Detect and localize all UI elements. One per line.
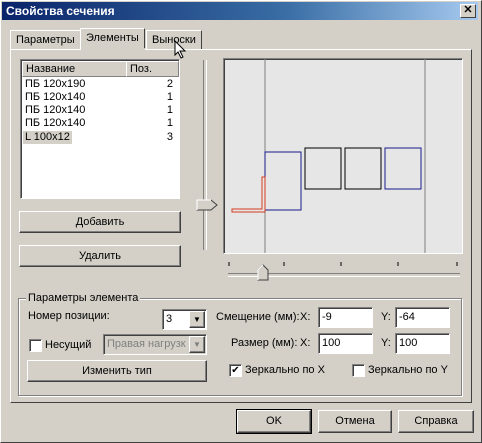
offset-y-label: Y: bbox=[381, 311, 391, 323]
vertical-slider-thumb[interactable] bbox=[196, 199, 218, 212]
checkmark-icon: ✔ bbox=[231, 365, 240, 376]
chevron-down-icon: ▼ bbox=[189, 336, 205, 353]
mirror-x-checkbox[interactable]: ✔ bbox=[229, 364, 242, 377]
close-button[interactable]: ✕ bbox=[460, 4, 476, 18]
tab-parameters[interactable]: Параметры bbox=[10, 30, 81, 49]
section-drawing bbox=[231, 59, 426, 253]
offset-x-label: X: bbox=[300, 311, 311, 323]
list-item[interactable]: ПБ 120х140 1 bbox=[23, 91, 175, 104]
add-button[interactable]: Добавить bbox=[19, 211, 181, 233]
column-header-name[interactable]: Название bbox=[22, 61, 127, 77]
section-preview[interactable] bbox=[223, 58, 463, 254]
mouse-cursor-icon bbox=[174, 40, 187, 59]
horizontal-slider-thumb[interactable] bbox=[257, 264, 270, 281]
chevron-down-icon[interactable]: ▼ bbox=[189, 311, 205, 328]
position-number-label: Номер позиции: bbox=[28, 310, 110, 322]
bearing-checkbox[interactable] bbox=[29, 339, 42, 352]
offset-y-input[interactable]: -64 bbox=[395, 307, 450, 328]
group-title: Параметры элемента bbox=[26, 292, 141, 304]
position-number-select[interactable]: 3 ▼ bbox=[162, 309, 207, 330]
size-y-label: Y: bbox=[381, 337, 391, 349]
help-button[interactable]: Справка bbox=[398, 410, 474, 433]
list-item[interactable]: ПБ 120х190 2 bbox=[23, 78, 175, 91]
size-y-input[interactable]: 100 bbox=[395, 333, 450, 354]
list-item-selected[interactable]: L 100x12 3 bbox=[23, 131, 175, 144]
vertical-slider-track[interactable] bbox=[203, 60, 207, 250]
size-label: Размер (мм): bbox=[231, 337, 298, 349]
column-header-pos[interactable]: Поз. bbox=[126, 61, 179, 77]
size-x-input[interactable]: 100 bbox=[318, 333, 373, 354]
delete-button[interactable]: Удалить bbox=[19, 245, 181, 267]
mirror-y-checkbox[interactable] bbox=[352, 364, 365, 377]
close-icon: ✕ bbox=[463, 4, 473, 16]
cancel-button[interactable]: Отмена bbox=[318, 410, 392, 433]
active-tab-gap bbox=[81, 48, 145, 50]
ok-button[interactable]: OK bbox=[236, 409, 312, 434]
bearing-label: Несущий bbox=[45, 339, 92, 351]
tab-elements[interactable]: Элементы bbox=[80, 28, 145, 50]
list-item[interactable]: ПБ 120х140 1 bbox=[23, 104, 175, 117]
list-item[interactable]: ПБ 120х140 1 bbox=[23, 117, 175, 130]
size-x-label: X: bbox=[300, 337, 311, 349]
load-select-disabled: Правая нагрузк ▼ bbox=[103, 334, 207, 355]
angle-profile bbox=[231, 176, 266, 213]
mirror-y-label: Зеркально по Y bbox=[368, 364, 448, 376]
offset-label: Смещение (мм): bbox=[216, 311, 300, 323]
window-title: Свойства сечения bbox=[6, 4, 115, 18]
offset-x-input[interactable]: -9 bbox=[318, 307, 373, 328]
mirror-x-label: Зеркально по X bbox=[245, 364, 325, 376]
title-bar[interactable]: Свойства сечения ✕ bbox=[2, 2, 478, 20]
change-type-button[interactable]: Изменить тип bbox=[27, 360, 207, 382]
